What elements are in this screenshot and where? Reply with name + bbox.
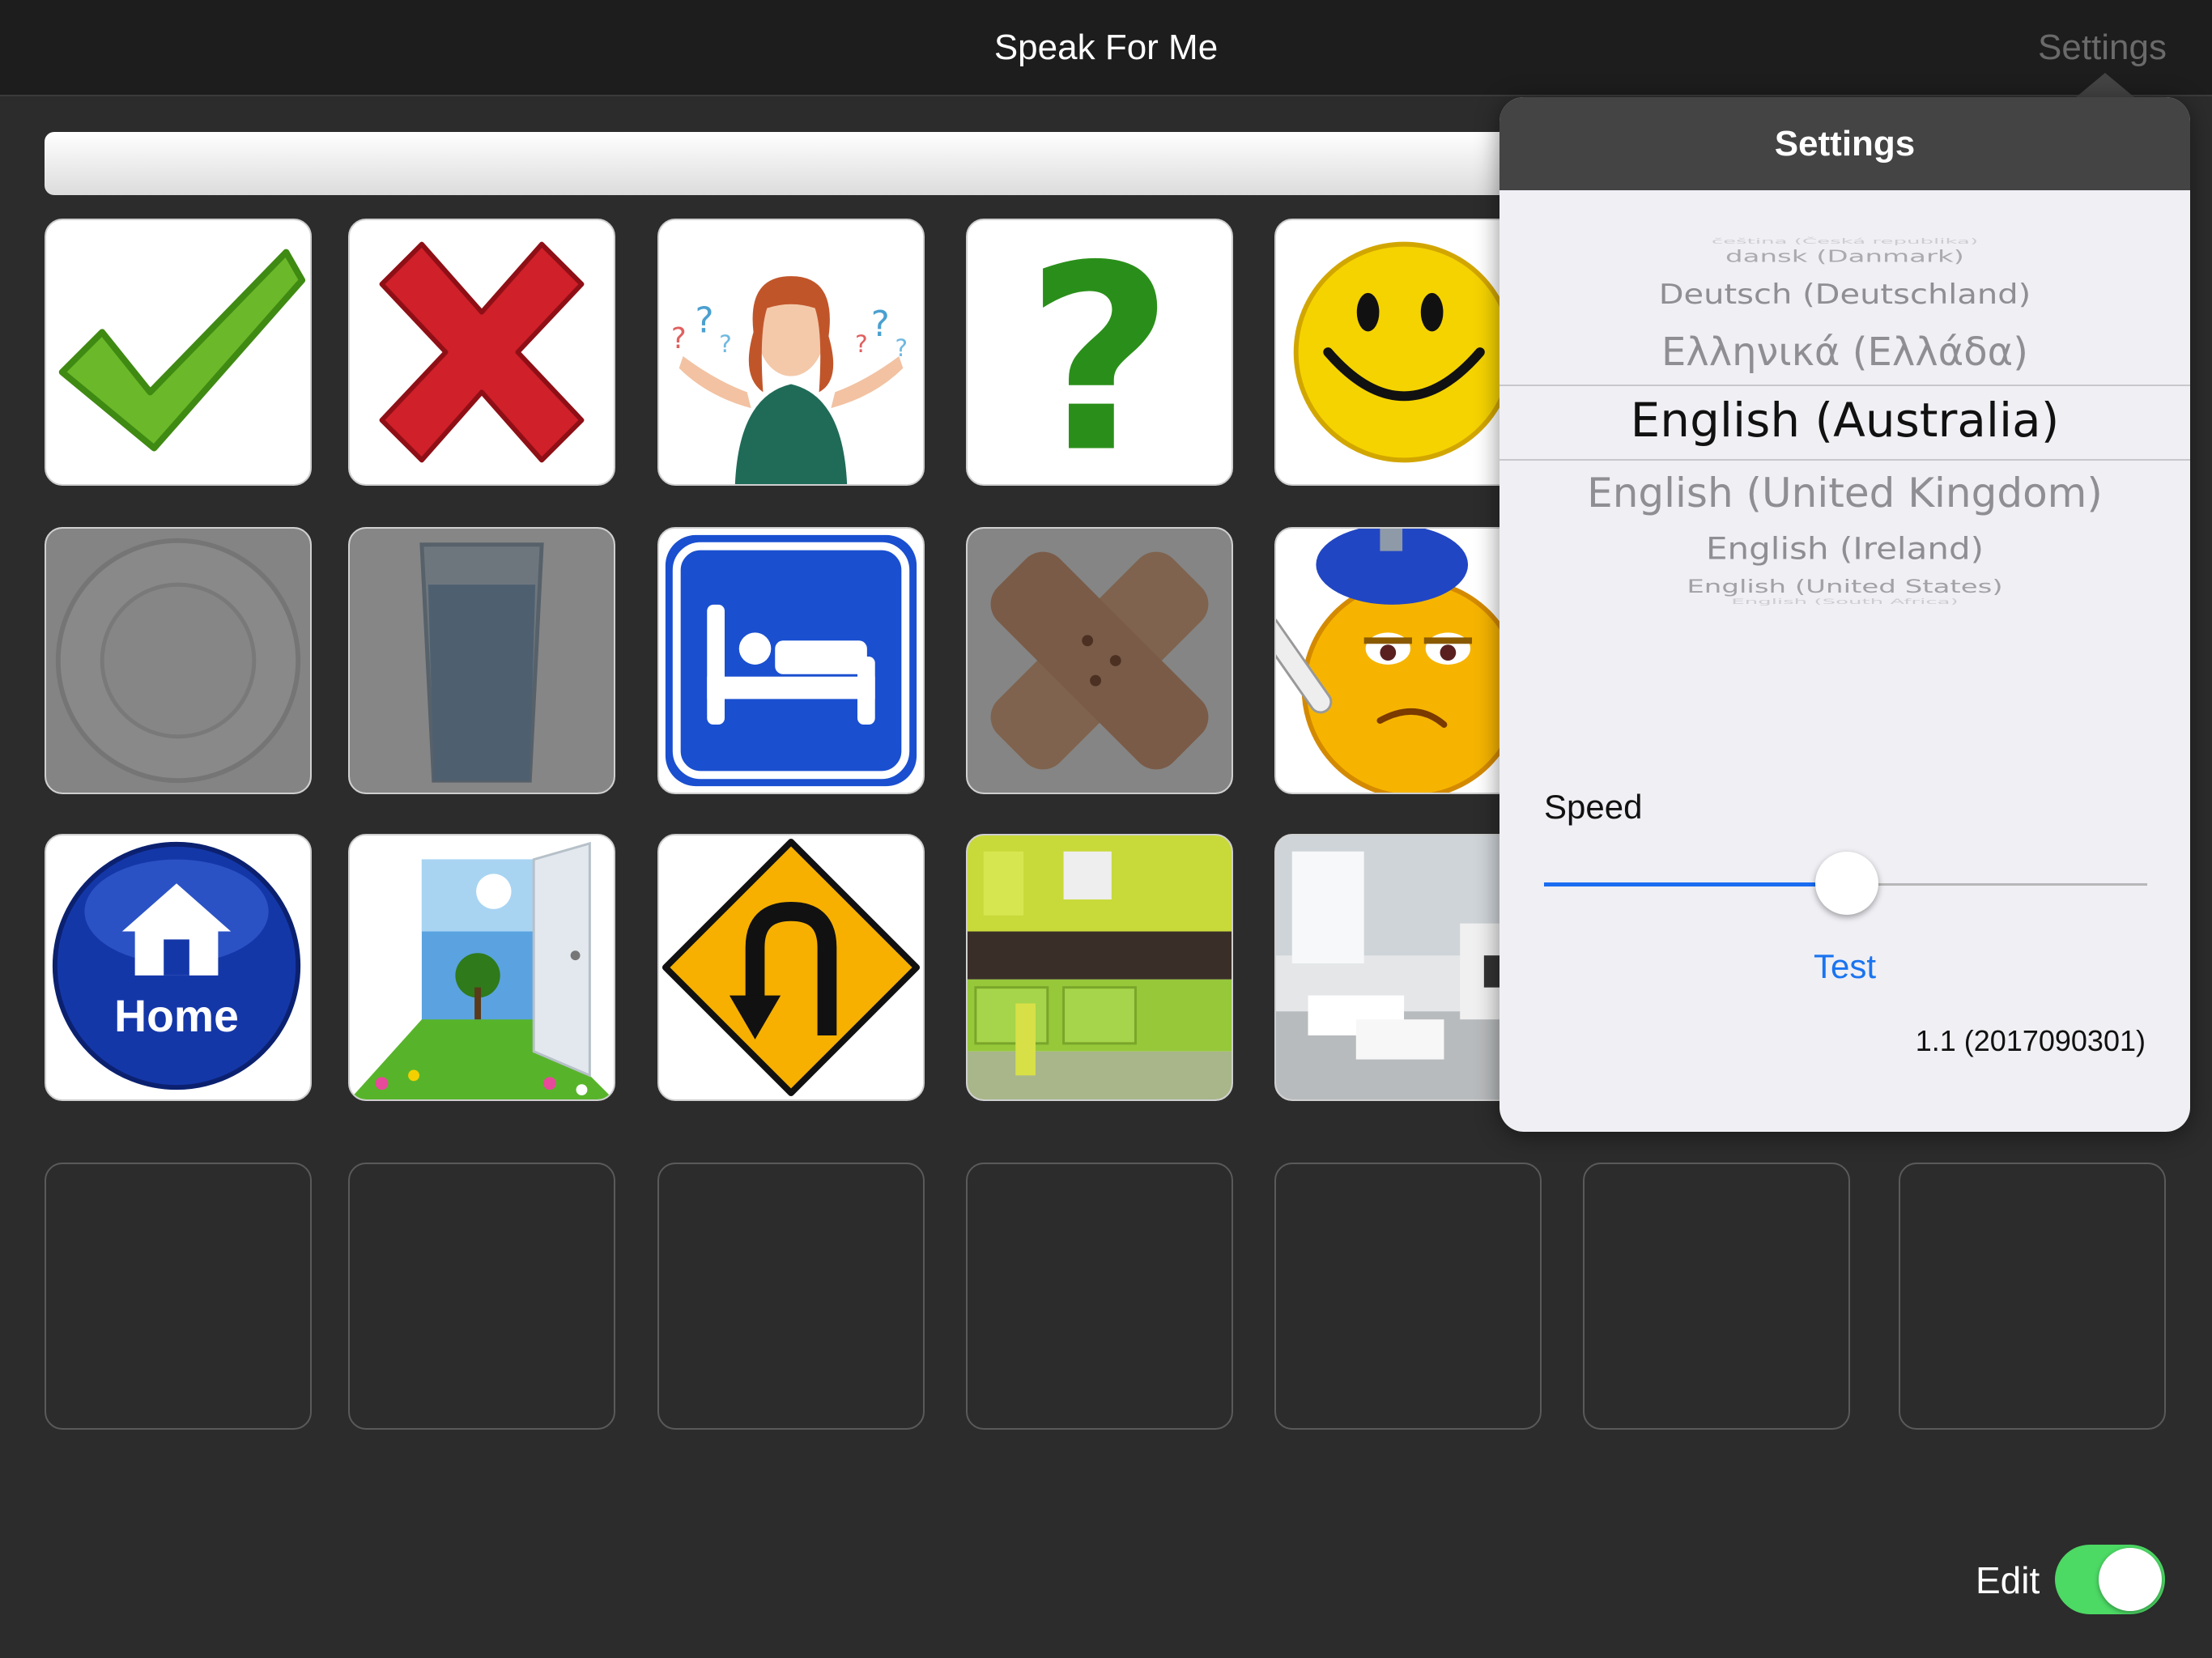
app-title: Speak For Me <box>993 28 1219 67</box>
svg-text:?: ? <box>695 300 713 341</box>
test-button[interactable]: Test <box>1499 947 2190 986</box>
svg-text:?: ? <box>671 322 687 355</box>
popover-arrow <box>2076 73 2134 97</box>
empty-tile[interactable] <box>45 1163 312 1430</box>
empty-tile[interactable] <box>1899 1163 2166 1430</box>
cross-icon <box>379 241 585 463</box>
kitchen-tile[interactable] <box>966 834 1233 1101</box>
home-tile[interactable]: Home <box>45 834 312 1101</box>
empty-tile[interactable] <box>1274 1163 1542 1430</box>
home-icon: Home <box>52 841 301 1090</box>
language-option[interactable]: English (United Kingdom) <box>1499 470 2190 517</box>
edit-toggle[interactable] <box>2055 1545 2165 1614</box>
bandage-tile[interactable] <box>966 527 1233 794</box>
language-option[interactable]: čeština (Česká republika) <box>1499 237 2190 246</box>
bed-tile[interactable] <box>657 527 925 794</box>
empty-tile[interactable] <box>1583 1163 1850 1430</box>
speed-slider-track-filled[interactable] <box>1544 882 1848 886</box>
bandage-icon <box>968 529 1231 793</box>
language-option[interactable]: dansk (Danmark) <box>1499 247 2190 266</box>
u-turn-tile[interactable] <box>657 834 925 1101</box>
version-text: 1.1 (2017090301) <box>1915 1024 2146 1057</box>
edit-label: Edit <box>1976 1559 2040 1601</box>
question-tile[interactable]: ? <box>966 219 1233 486</box>
speed-label: Speed <box>1544 788 1643 826</box>
svg-text:?: ? <box>855 329 868 358</box>
language-picker[interactable]: čeština (Česká republika) dansk (Danmark… <box>1499 190 2190 611</box>
svg-text:?: ? <box>1025 220 1173 484</box>
confused-person-icon: ? ? ? ? ? ? <box>659 220 923 484</box>
plate-tile[interactable] <box>45 527 312 794</box>
popover-title: Settings <box>1499 97 2190 190</box>
toggle-knob <box>2099 1548 2162 1611</box>
u-turn-sign-icon <box>659 835 923 1099</box>
water-glass-tile[interactable] <box>348 527 615 794</box>
speed-slider-track[interactable] <box>1848 883 2147 886</box>
settings-popover: Settings čeština (Česká republika) dansk… <box>1499 97 2190 1132</box>
empty-tile[interactable] <box>966 1163 1233 1430</box>
speed-slider-thumb[interactable] <box>1815 852 1878 915</box>
checkmark-icon <box>58 249 306 452</box>
plate-icon <box>46 529 310 793</box>
outside-door-tile[interactable] <box>348 834 615 1101</box>
confused-person-tile[interactable]: ? ? ? ? ? ? <box>657 219 925 486</box>
language-option-selected[interactable]: English (Australia) <box>1499 393 2190 448</box>
empty-tile[interactable] <box>657 1163 925 1430</box>
language-option[interactable]: Ελληνικά (Ελλάδα) <box>1499 329 2190 375</box>
bed-icon <box>665 534 917 787</box>
language-option[interactable]: Deutsch (Deutschland) <box>1499 278 2190 310</box>
home-label: Home <box>114 991 239 1041</box>
water-glass-icon <box>350 529 614 793</box>
kitchen-icon <box>968 835 1231 1099</box>
open-door-icon <box>350 835 614 1099</box>
empty-tile[interactable] <box>348 1163 615 1430</box>
navigation-bar: Speak For Me Settings <box>0 0 2212 96</box>
yes-checkmark-tile[interactable] <box>45 219 312 486</box>
svg-text:?: ? <box>719 329 732 358</box>
language-option[interactable]: English (South Africa) <box>1499 597 2190 606</box>
svg-text:?: ? <box>895 334 908 362</box>
question-mark-icon: ? <box>1025 220 1173 484</box>
svg-text:?: ? <box>871 304 890 345</box>
language-option[interactable]: English (Ireland) <box>1499 530 2190 566</box>
language-option[interactable]: English (United States) <box>1499 576 2190 597</box>
no-cross-tile[interactable] <box>348 219 615 486</box>
